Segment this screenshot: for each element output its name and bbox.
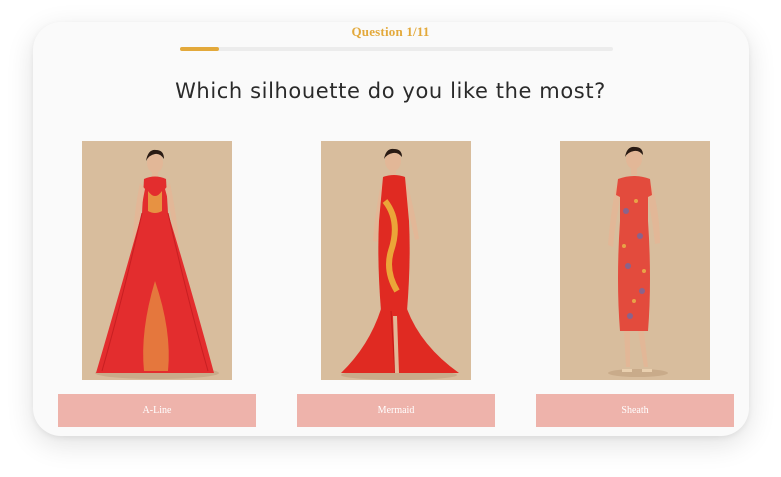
option-mermaid-button[interactable]: Mermaid	[297, 394, 495, 427]
question-counter: Question 1/11	[351, 24, 430, 39]
option-sheath-button[interactable]: Sheath	[536, 394, 734, 427]
a-line-dress-illustration	[82, 141, 232, 380]
progress-bar	[180, 47, 613, 51]
sheath-dress-photo[interactable]	[560, 141, 710, 380]
option-a-line-button[interactable]: A-Line	[58, 394, 256, 427]
mermaid-dress-photo[interactable]	[321, 141, 471, 380]
sheath-dress-illustration	[560, 141, 710, 380]
mermaid-dress-illustration	[321, 141, 471, 380]
progress-bar-fill	[180, 47, 220, 51]
a-line-dress-photo[interactable]	[82, 141, 232, 380]
option-a-line[interactable]: A-Line	[58, 141, 256, 427]
question-title: Which silhouette do you like the most?	[175, 79, 606, 103]
option-sheath[interactable]: Sheath	[536, 141, 734, 427]
option-mermaid[interactable]: Mermaid	[297, 141, 495, 427]
